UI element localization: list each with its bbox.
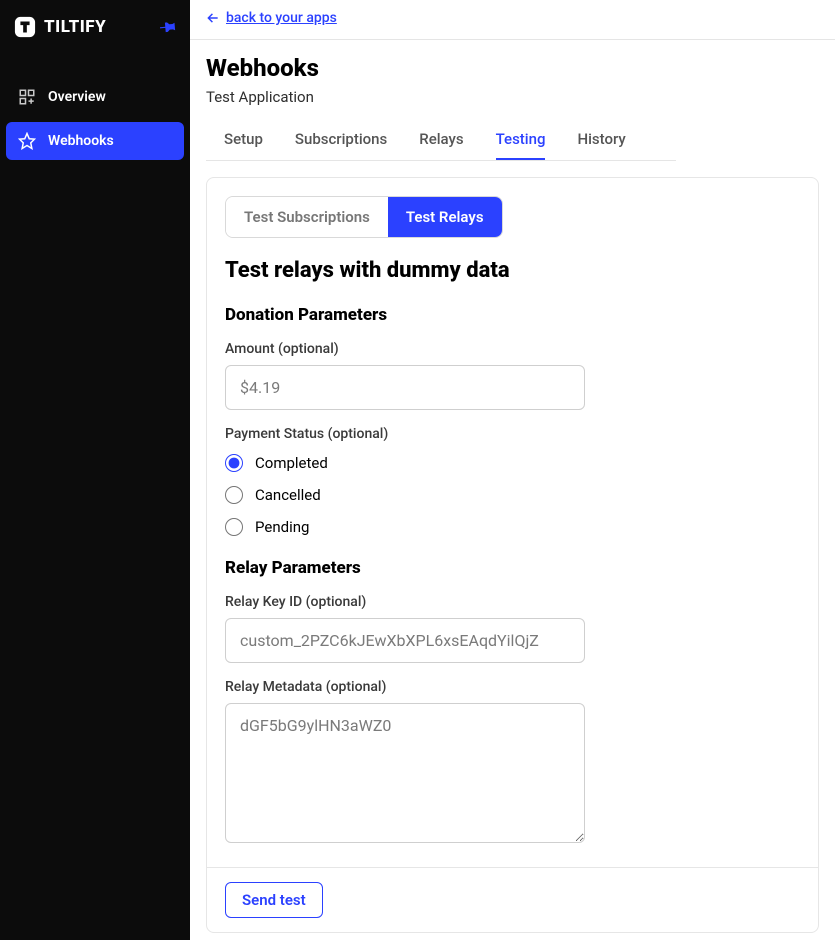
sidebar: TILTIFY Overview Webhooks (0, 0, 190, 940)
main: back to your apps Webhooks Test Applicat… (190, 0, 835, 940)
send-test-button[interactable]: Send test (225, 882, 323, 918)
payment-status-label: Payment Status (optional) (225, 426, 800, 442)
content: Test Subscriptions Test Relays Test rela… (190, 161, 835, 949)
sidebar-nav: Overview Webhooks (0, 78, 190, 160)
subtab-test-relays[interactable]: Test Relays (388, 197, 502, 237)
sidebar-item-label: Overview (48, 89, 106, 105)
brand[interactable]: TILTIFY (14, 16, 106, 38)
back-link[interactable]: back to your apps (206, 10, 337, 26)
page-subtitle: Test Application (206, 88, 819, 106)
grid-icon (18, 88, 36, 106)
heading: Webhooks Test Application Setup Subscrip… (190, 40, 835, 161)
backbar: back to your apps (190, 0, 835, 40)
radio-pending-input[interactable] (225, 518, 243, 536)
sidebar-item-overview[interactable]: Overview (6, 78, 184, 116)
pin-icon[interactable] (156, 14, 181, 39)
arrow-left-icon (206, 11, 220, 25)
tabs: Setup Subscriptions Relays Testing Histo… (206, 120, 676, 161)
radio-label: Pending (255, 518, 309, 536)
amount-input[interactable] (225, 365, 585, 410)
subtabs: Test Subscriptions Test Relays (225, 196, 503, 238)
tab-subscriptions[interactable]: Subscriptions (295, 120, 387, 160)
subtab-test-subscriptions[interactable]: Test Subscriptions (226, 197, 388, 237)
card-footer: Send test (207, 867, 818, 932)
relay-group-title: Relay Parameters (225, 558, 800, 578)
brand-text: TILTIFY (44, 17, 106, 37)
tab-history[interactable]: History (577, 120, 625, 160)
donation-group-title: Donation Parameters (225, 305, 800, 325)
radio-completed[interactable]: Completed (225, 454, 800, 472)
radio-cancelled[interactable]: Cancelled (225, 486, 800, 504)
relay-keyid-label: Relay Key ID (optional) (225, 594, 800, 610)
page-title: Webhooks (206, 54, 819, 82)
star-icon (18, 132, 36, 150)
radio-label: Cancelled (255, 486, 321, 504)
radio-pending[interactable]: Pending (225, 518, 800, 536)
sidebar-top: TILTIFY (0, 0, 190, 58)
payment-status-radios: Completed Cancelled Pending (225, 454, 800, 536)
radio-completed-input[interactable] (225, 454, 243, 472)
radio-cancelled-input[interactable] (225, 486, 243, 504)
sidebar-item-label: Webhooks (48, 133, 114, 149)
tab-relays[interactable]: Relays (419, 120, 463, 160)
relay-keyid-input[interactable] (225, 618, 585, 663)
relay-metadata-input[interactable] (225, 703, 585, 843)
tab-setup[interactable]: Setup (224, 120, 263, 160)
tab-testing[interactable]: Testing (496, 120, 546, 160)
brand-logo-icon (14, 16, 36, 38)
radio-label: Completed (255, 454, 328, 472)
relay-metadata-label: Relay Metadata (optional) (225, 679, 800, 695)
amount-label: Amount (optional) (225, 341, 800, 357)
card: Test Subscriptions Test Relays Test rela… (206, 177, 819, 933)
section-title: Test relays with dummy data (225, 258, 800, 283)
back-link-label: back to your apps (226, 10, 337, 26)
sidebar-item-webhooks[interactable]: Webhooks (6, 122, 184, 160)
